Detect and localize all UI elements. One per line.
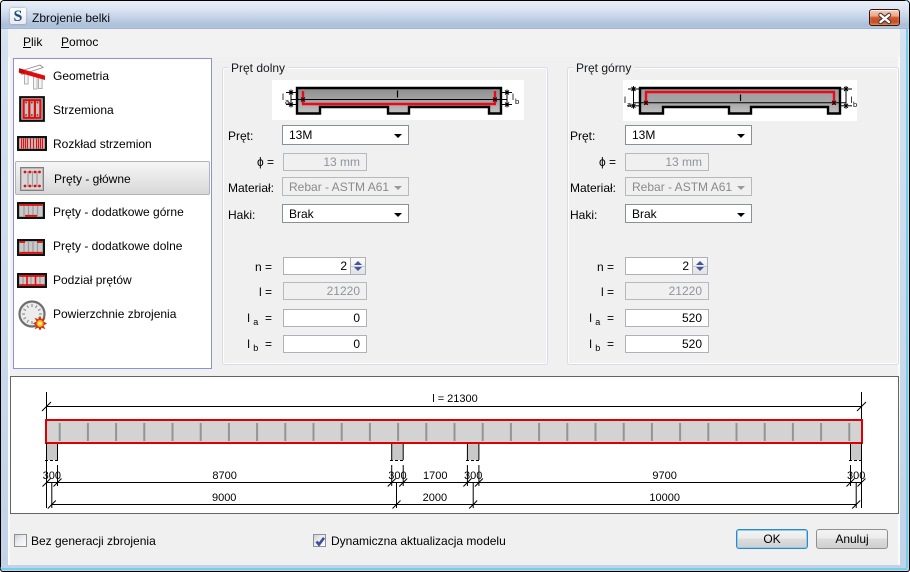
svg-text:8700: 8700 bbox=[212, 470, 236, 482]
svg-text:300: 300 bbox=[847, 470, 865, 482]
svg-text:b: b bbox=[515, 97, 519, 106]
svg-text:l: l bbox=[624, 95, 626, 105]
svg-text:b: b bbox=[853, 100, 857, 109]
svg-text:l: l bbox=[512, 92, 514, 102]
svg-text:9700: 9700 bbox=[652, 470, 676, 482]
svg-text:10000: 10000 bbox=[649, 492, 680, 504]
svg-text:9000: 9000 bbox=[212, 492, 236, 504]
svg-text:2000: 2000 bbox=[423, 492, 447, 504]
svg-text:300: 300 bbox=[388, 470, 406, 482]
svg-text:l = 21300: l = 21300 bbox=[432, 393, 478, 405]
svg-text:1700: 1700 bbox=[423, 470, 447, 482]
svg-text:300: 300 bbox=[43, 470, 61, 482]
svg-text:a: a bbox=[627, 100, 632, 109]
svg-text:l: l bbox=[282, 92, 284, 102]
svg-text:300: 300 bbox=[464, 470, 482, 482]
